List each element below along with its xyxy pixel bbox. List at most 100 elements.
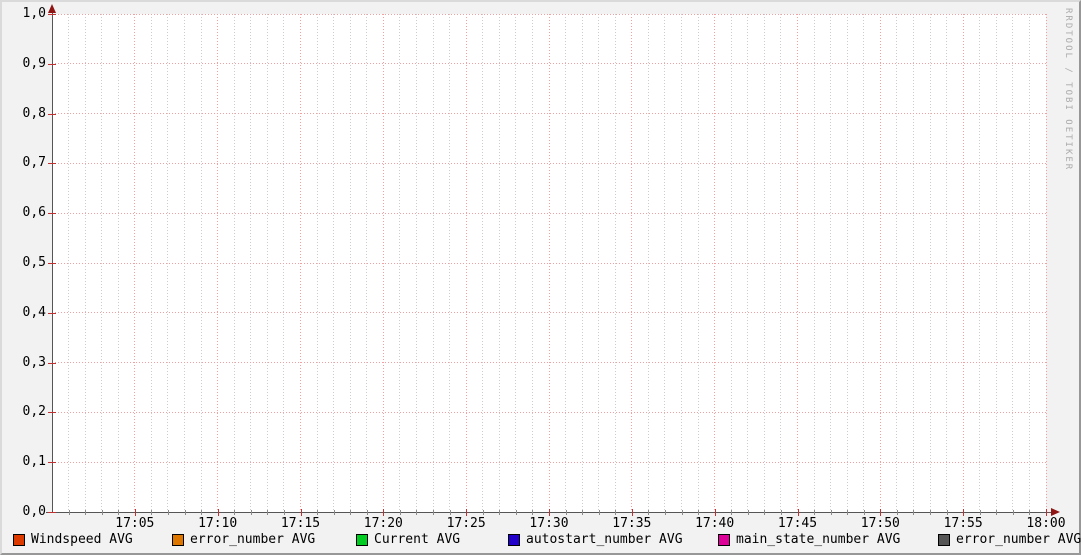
- y-tick-major: [48, 462, 56, 464]
- x-tick-major: [631, 509, 633, 516]
- x-tick-minor: [101, 510, 103, 515]
- legend-item: Windspeed AVG: [13, 533, 133, 547]
- x-tick-minor: [85, 510, 87, 515]
- x-tick-label: 17:10: [198, 516, 238, 531]
- watermark: RRDTOOL / TOBI OETIKER: [1063, 8, 1073, 172]
- y-tick-label: 0,4: [22, 304, 46, 320]
- y-tick-major: [48, 312, 56, 314]
- y-tick-label: 0,7: [22, 155, 46, 171]
- gridline-h-major: [52, 113, 1046, 115]
- x-tick-label: 17:40: [695, 516, 735, 531]
- x-tick-label: 17:35: [612, 516, 652, 531]
- x-tick-minor: [1029, 510, 1031, 515]
- legend-label: error_number AVG: [190, 532, 316, 547]
- x-tick-minor: [151, 510, 153, 515]
- x-tick-minor: [482, 510, 484, 515]
- x-tick-minor: [283, 510, 285, 515]
- x-tick-label: 17:25: [446, 516, 486, 531]
- x-tick-minor: [698, 510, 700, 515]
- x-tick-major: [714, 509, 716, 516]
- y-tick-major: [48, 412, 56, 414]
- legend-swatch: [356, 534, 368, 546]
- legend-swatch: [13, 534, 25, 546]
- x-tick-minor: [68, 510, 70, 515]
- x-tick-minor: [648, 510, 650, 515]
- legend-label: autostart_number AVG: [526, 532, 683, 547]
- gridline-h-major: [52, 162, 1046, 164]
- y-tick-major: [48, 163, 56, 165]
- x-tick-major: [880, 509, 882, 516]
- legend-swatch: [172, 534, 184, 546]
- x-tick-label: 17:55: [943, 516, 983, 531]
- rrdtool-graph: 1,0 0,9 0,8 0,7 0,6 0,5 0,4 0,3 0,2 0,1 0,0 17:05 1…: [0, 0, 1081, 555]
- legend-label: Windspeed AVG: [31, 532, 133, 547]
- y-tick-label: 0,8: [22, 105, 46, 121]
- x-tick-minor: [433, 510, 435, 515]
- x-tick-minor: [979, 510, 981, 515]
- x-tick-major: [466, 509, 468, 516]
- x-tick-minor: [863, 510, 865, 515]
- x-tick-major: [300, 509, 302, 516]
- y-tick-major: [48, 263, 56, 264]
- y-tick-label: 0,0: [22, 504, 46, 519]
- y-tick-label: 0,3: [22, 354, 46, 370]
- legend-label: main_state_number AVG: [736, 532, 901, 547]
- x-tick-minor: [814, 510, 816, 515]
- gridline-h-major: [52, 63, 1046, 65]
- y-axis-arrow-icon: [48, 4, 56, 13]
- x-tick-label: 17:20: [363, 516, 403, 531]
- x-tick-major: [549, 509, 550, 516]
- y-tick-label: 0,1: [22, 454, 46, 470]
- x-tick-label: 17:05: [115, 516, 155, 531]
- x-axis-arrow-icon: [1051, 508, 1060, 516]
- x-tick-minor: [167, 510, 169, 515]
- x-tick-label: 17:30: [529, 516, 569, 531]
- x-tick-minor: [499, 510, 501, 515]
- x-tick-minor: [913, 510, 915, 515]
- plot-area: [52, 14, 1047, 512]
- gridline-h-major: [52, 262, 1046, 264]
- y-tick-major: [48, 362, 56, 364]
- x-tick-minor: [681, 510, 683, 515]
- x-tick-minor: [830, 510, 832, 515]
- x-tick-minor: [449, 510, 451, 515]
- x-tick-minor: [847, 510, 849, 515]
- x-tick-minor: [184, 510, 186, 515]
- legend-item: autostart_number AVG: [508, 533, 683, 547]
- x-tick-minor: [317, 510, 319, 515]
- x-tick-minor: [747, 510, 749, 515]
- x-tick-minor: [565, 510, 567, 515]
- x-tick-minor: [615, 510, 617, 515]
- x-tick-minor: [399, 510, 401, 515]
- x-tick-minor: [267, 510, 269, 515]
- gridline-h-major: [52, 212, 1046, 214]
- x-tick-minor: [731, 510, 733, 515]
- y-tick-label: 1,0: [22, 6, 46, 21]
- gridline-h-major: [52, 411, 1046, 413]
- x-tick-minor: [250, 510, 252, 515]
- x-tick-label: 17:45: [777, 516, 818, 531]
- x-tick-minor: [201, 510, 203, 515]
- x-tick-minor: [366, 510, 368, 515]
- x-tick-major: [383, 509, 385, 516]
- gridline-h-major: [52, 362, 1046, 364]
- gridline-h-major: [52, 461, 1046, 463]
- legend-item: Current AVG: [356, 533, 460, 547]
- legend-swatch: [938, 534, 950, 546]
- x-tick-minor: [1012, 510, 1014, 515]
- x-tick-minor: [930, 510, 932, 515]
- x-tick-major: [797, 509, 799, 516]
- x-tick-minor: [532, 510, 534, 515]
- x-tick-minor: [896, 510, 898, 515]
- legend-item: error_number AVG: [172, 533, 315, 547]
- x-tick-minor: [780, 510, 782, 515]
- y-tick-major: [48, 512, 56, 513]
- x-tick-minor: [515, 510, 517, 515]
- x-tick-minor: [416, 510, 418, 515]
- y-tick-label: 0,5: [22, 255, 46, 270]
- y-tick-major: [48, 213, 56, 215]
- x-tick-major: [134, 509, 136, 516]
- x-tick-major: [1046, 509, 1047, 516]
- x-tick-minor: [582, 510, 584, 515]
- x-tick-label: 18:00: [1026, 516, 1066, 531]
